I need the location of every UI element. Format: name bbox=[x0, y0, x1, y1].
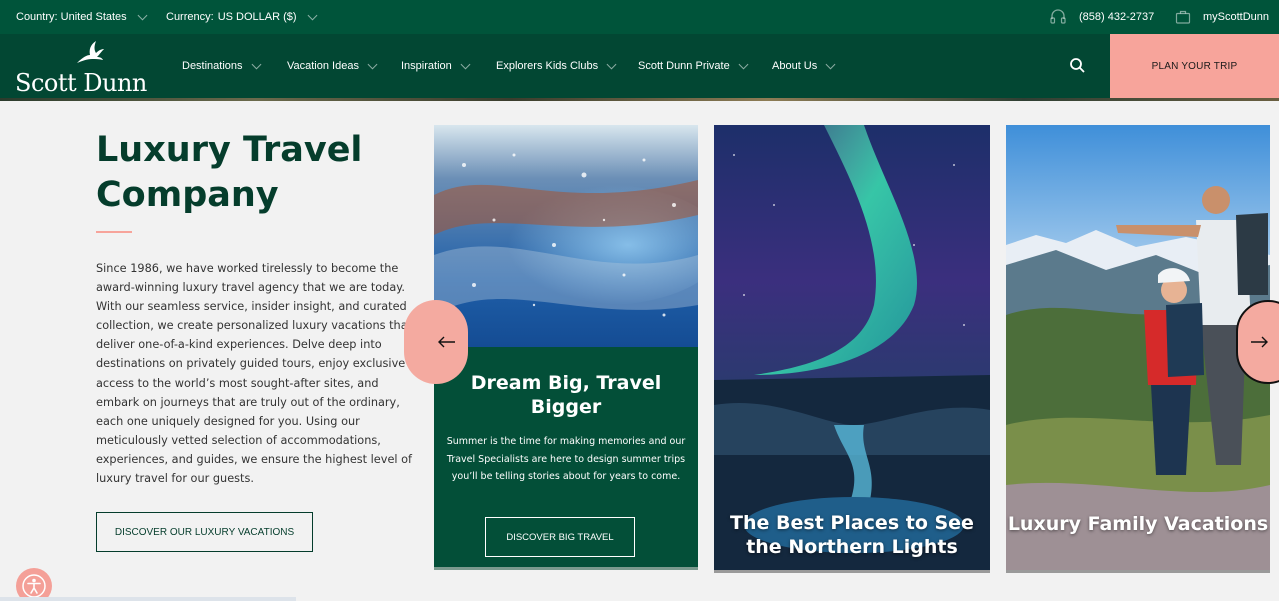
scott-dunn-logo[interactable]: Scott Dunn bbox=[15, 39, 155, 97]
nav-label: Inspiration bbox=[401, 60, 452, 72]
phone-number: (858) 432-2737 bbox=[1079, 11, 1155, 23]
chevron-down-icon bbox=[738, 59, 749, 69]
currency-value: US DOLLAR ($) bbox=[217, 11, 297, 23]
discover-big-travel-button[interactable]: DISCOVER BIG TRAVEL bbox=[485, 517, 635, 557]
chevron-down-icon bbox=[137, 10, 148, 20]
card-title: Dream Big, Travel Bigger bbox=[470, 372, 662, 418]
main-nav: Scott Dunn Destinations Vacation Ideas I… bbox=[0, 34, 1279, 101]
chevron-down-icon bbox=[825, 59, 836, 69]
chevron-down-icon bbox=[606, 59, 617, 69]
bottom-strip bbox=[0, 597, 296, 601]
card-body: Summer is the time for making memories a… bbox=[446, 436, 686, 482]
card-bar bbox=[1006, 570, 1270, 573]
utility-bar: Country: United States Currency: US DOLL… bbox=[0, 0, 1279, 34]
aurora-image bbox=[714, 125, 990, 573]
arrow-left-icon bbox=[438, 336, 455, 348]
brand-name: Scott Dunn bbox=[15, 69, 147, 97]
card-northern-lights[interactable]: The Best Places to See the Northern Ligh… bbox=[714, 125, 990, 573]
page-title: Luxury Travel Company bbox=[96, 130, 363, 215]
account-label: myScottDunn bbox=[1203, 11, 1270, 23]
country-label: Country: United States bbox=[16, 11, 127, 23]
nav-label: Explorers Kids Clubs bbox=[496, 60, 599, 72]
bird-logo-icon bbox=[77, 41, 104, 63]
suitcase-icon bbox=[1175, 10, 1191, 24]
card-dream-big[interactable]: Dream Big, Travel Bigger Summer is the t… bbox=[434, 125, 698, 570]
country-selector[interactable]: Country: United States bbox=[16, 0, 148, 34]
card-family-vacations[interactable]: Luxury Family Vacations bbox=[1006, 125, 1270, 573]
title-divider bbox=[96, 231, 132, 233]
currency-selector[interactable]: Currency: US DOLLAR ($) bbox=[166, 0, 317, 34]
card-text-panel: Dream Big, Travel Bigger Summer is the t… bbox=[434, 347, 698, 570]
nav-vacation-ideas[interactable]: Vacation Ideas bbox=[287, 34, 378, 98]
chevron-down-icon bbox=[251, 59, 261, 69]
accessibility-icon bbox=[22, 574, 46, 598]
family-hiking-image bbox=[1006, 125, 1270, 573]
plan-your-trip-button[interactable]: PLAN YOUR TRIP bbox=[1110, 34, 1279, 98]
search-icon[interactable] bbox=[1066, 54, 1090, 78]
account-link[interactable]: myScottDunn bbox=[1175, 0, 1269, 34]
nav-label: Destinations bbox=[182, 60, 243, 72]
nav-about-us[interactable]: About Us bbox=[772, 34, 836, 98]
carousel-prev-button[interactable] bbox=[404, 300, 468, 384]
nav-explorers-kids-clubs[interactable]: Explorers Kids Clubs bbox=[496, 34, 617, 98]
chevron-down-icon bbox=[460, 59, 471, 69]
card-title: Luxury Family Vacations bbox=[1007, 513, 1269, 535]
nav-scott-dunn-private[interactable]: Scott Dunn Private bbox=[638, 34, 749, 98]
nav-destinations[interactable]: Destinations bbox=[182, 34, 261, 98]
chevron-down-icon bbox=[307, 10, 317, 20]
carousel-next-button[interactable] bbox=[1236, 300, 1279, 384]
intro-paragraph: Since 1986, we have worked tirelessly to… bbox=[96, 262, 413, 486]
nav-label: About Us bbox=[772, 60, 818, 72]
phone-link[interactable]: (858) 432-2737 bbox=[1049, 0, 1154, 34]
nav-inspiration[interactable]: Inspiration bbox=[401, 34, 471, 98]
headset-icon bbox=[1050, 9, 1066, 24]
nav-label: Scott Dunn Private bbox=[638, 60, 730, 72]
currency-label: Currency: bbox=[166, 11, 214, 23]
discover-luxury-vacations-button[interactable]: DISCOVER OUR LUXURY VACATIONS bbox=[96, 512, 313, 552]
card-bar bbox=[714, 570, 990, 573]
card-title: The Best Places to See the Northern Ligh… bbox=[730, 512, 974, 558]
chevron-down-icon bbox=[367, 59, 378, 69]
arrow-right-icon bbox=[1251, 336, 1268, 348]
nav-label: Vacation Ideas bbox=[287, 60, 359, 72]
